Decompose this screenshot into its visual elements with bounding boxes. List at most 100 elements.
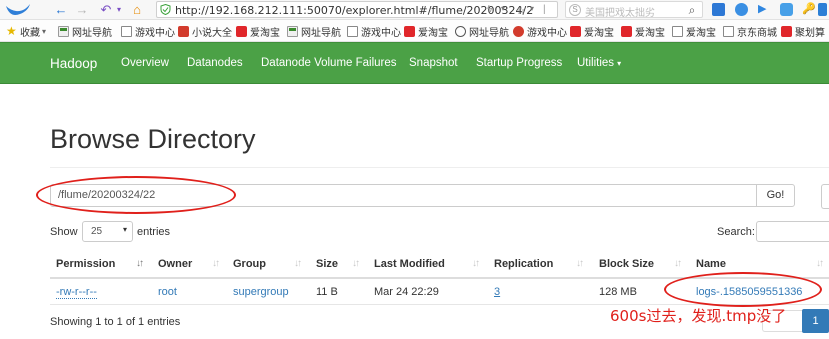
table-search-input[interactable]	[756, 221, 829, 242]
menu-icon[interactable]	[818, 3, 827, 16]
extension-icon[interactable]	[735, 3, 748, 16]
forward-icon[interactable]: →	[73, 1, 91, 19]
bookmark-item[interactable]: 爱淘宝	[570, 24, 614, 39]
hao123-icon	[58, 25, 69, 37]
search-engine-icon: S	[569, 4, 581, 16]
nav-overview[interactable]: Overview	[121, 57, 169, 69]
column-header-owner[interactable]: Owner	[158, 258, 192, 270]
sort-icon[interactable]: ↓↑	[576, 258, 584, 269]
taobao-icon	[570, 25, 581, 37]
bookmark-item[interactable]: 小说大全	[178, 24, 232, 39]
column-header-permission[interactable]: Permission	[56, 258, 115, 270]
bookmark-star-icon[interactable]: ☆	[516, 4, 526, 17]
bookmark-label: 游戏中心	[527, 27, 567, 39]
home-icon[interactable]: ⌂	[128, 1, 146, 19]
nav-datanodes[interactable]: Datanodes	[187, 57, 243, 69]
chevron-down-icon: ▾	[617, 59, 622, 68]
bookmark-item[interactable]: 爱淘宝	[404, 24, 448, 39]
bookmark-label: 爱淘宝	[584, 27, 614, 39]
nav-utilities[interactable]: Utilities ▾	[577, 57, 621, 69]
back-icon[interactable]: ←	[52, 1, 70, 19]
bookmark-label: 爱淘宝	[635, 27, 665, 39]
go-button[interactable]: Go!	[756, 184, 795, 207]
key-icon[interactable]: 🔑	[802, 3, 816, 16]
page-size-value: 25	[91, 226, 103, 237]
bookmark-label: 京东商城	[737, 27, 777, 39]
browser-toolbar: ← → ↶ ▾ ⌂ http://192.168.212.111:50070/e…	[0, 0, 829, 20]
sort-icon[interactable]: ↓↑	[472, 258, 480, 269]
page-title: Browse Directory	[50, 124, 256, 154]
taobao-icon	[781, 25, 792, 37]
bookmark-item[interactable]: 游戏中心	[347, 24, 401, 39]
nav-snapshot[interactable]: Snapshot	[409, 57, 458, 69]
star-icon: ★	[6, 23, 17, 38]
bookmark-item[interactable]: 爱淘宝	[236, 24, 280, 39]
star-dropdown-icon[interactable]: ▾	[530, 4, 534, 13]
address-bar[interactable]: http://192.168.212.111:50070/explorer.ht…	[156, 1, 558, 18]
page-icon	[723, 25, 734, 37]
cell-group[interactable]: supergroup	[233, 286, 289, 298]
bookmarks-bar: ★ 收藏 ▾ 网址导航 游戏中心 小说大全 爱淘宝 网址导航 游戏中心 爱淘宝 网…	[0, 20, 829, 42]
undo-dropdown-icon[interactable]: ▾	[110, 1, 128, 19]
bookmark-label: 小说大全	[192, 27, 232, 39]
bookmark-label: 爱淘宝	[686, 27, 716, 39]
cell-permission[interactable]: -rw-r--r--	[56, 286, 97, 299]
bookmark-item[interactable]: 网址导航	[58, 24, 112, 39]
account-icon[interactable]	[712, 3, 725, 16]
search-label: Search:	[717, 226, 755, 238]
cell-name-link[interactable]: logs-.1585059551336	[696, 286, 802, 298]
sort-icon[interactable]: ↓↑	[816, 258, 824, 269]
column-header-name[interactable]: Name	[696, 258, 726, 270]
table-header-divider	[50, 277, 829, 279]
bookmark-label: 游戏中心	[361, 27, 401, 39]
separator: |	[543, 4, 546, 15]
annotation-text: 600s过去，发现.tmp没了	[610, 307, 787, 325]
cell-size: 11 B	[316, 286, 338, 298]
lightning-icon[interactable]: ϟ	[487, 4, 492, 15]
column-header-group[interactable]: Group	[233, 258, 266, 270]
bookmark-item[interactable]: 聚划算	[781, 24, 825, 39]
hao123-icon	[287, 25, 298, 37]
taobao-icon	[621, 25, 632, 37]
tools-icon[interactable]	[780, 3, 793, 16]
bookmark-label: 爱淘宝	[250, 27, 280, 39]
globe-icon	[455, 25, 466, 37]
cell-replication[interactable]: 3	[494, 286, 500, 298]
bookmark-item[interactable]: 游戏中心	[121, 24, 175, 39]
bookmark-label: 网址导航	[72, 27, 112, 39]
directory-input[interactable]: /flume/20200324/22	[50, 184, 757, 207]
bookmark-item[interactable]: 网址导航	[455, 24, 509, 39]
toolbar-buttons[interactable]	[821, 184, 829, 209]
directory-path: /flume/20200324/22	[58, 189, 156, 201]
navbar-brand[interactable]: Hadoop	[50, 56, 97, 71]
cell-owner[interactable]: root	[158, 286, 177, 298]
page-icon	[672, 25, 683, 37]
bookmark-label: 收藏	[19, 27, 40, 39]
nav-volume-failures[interactable]: Datanode Volume Failures	[261, 57, 397, 69]
nav-startup-progress[interactable]: Startup Progress	[476, 57, 562, 69]
url-text: http://192.168.212.111:50070/explorer.ht…	[175, 4, 534, 17]
cell-last-modified: Mar 24 22:29	[374, 286, 439, 298]
column-header-last-modified[interactable]: Last Modified	[374, 258, 445, 270]
bookmark-item[interactable]: 游戏中心	[513, 24, 567, 39]
pagination-current-page[interactable]: 1	[802, 309, 829, 333]
sort-icon[interactable]: ↓↑	[212, 258, 220, 269]
search-icon[interactable]: ⌕	[683, 1, 701, 19]
bookmark-item[interactable]: 网址导航	[287, 24, 341, 39]
nav-utilities-label: Utilities	[577, 57, 615, 69]
bookmark-item[interactable]: 京东商城	[723, 24, 777, 39]
sort-icon[interactable]: ↓↑	[294, 258, 302, 269]
bookmark-item[interactable]: 爱淘宝	[672, 24, 716, 39]
column-header-size[interactable]: Size	[316, 258, 338, 270]
sort-asc-icon[interactable]: ↓↑	[136, 258, 144, 269]
sort-icon[interactable]: ↓↑	[352, 258, 360, 269]
column-header-block-size[interactable]: Block Size	[599, 258, 654, 270]
column-header-replication[interactable]: Replication	[494, 258, 553, 270]
sort-icon[interactable]: ↓↑	[674, 258, 682, 269]
hadoop-navbar: Hadoop Overview Datanodes Datanode Volum…	[0, 42, 829, 84]
bookmark-item[interactable]: 爱淘宝	[621, 24, 665, 39]
page-size-select[interactable]: 25 ▾	[82, 221, 133, 242]
url-dropdown-icon[interactable]: ▾	[501, 4, 505, 13]
bookmark-favorites[interactable]: ★ 收藏 ▾	[6, 23, 46, 39]
play-icon[interactable]: ▶	[758, 3, 771, 16]
